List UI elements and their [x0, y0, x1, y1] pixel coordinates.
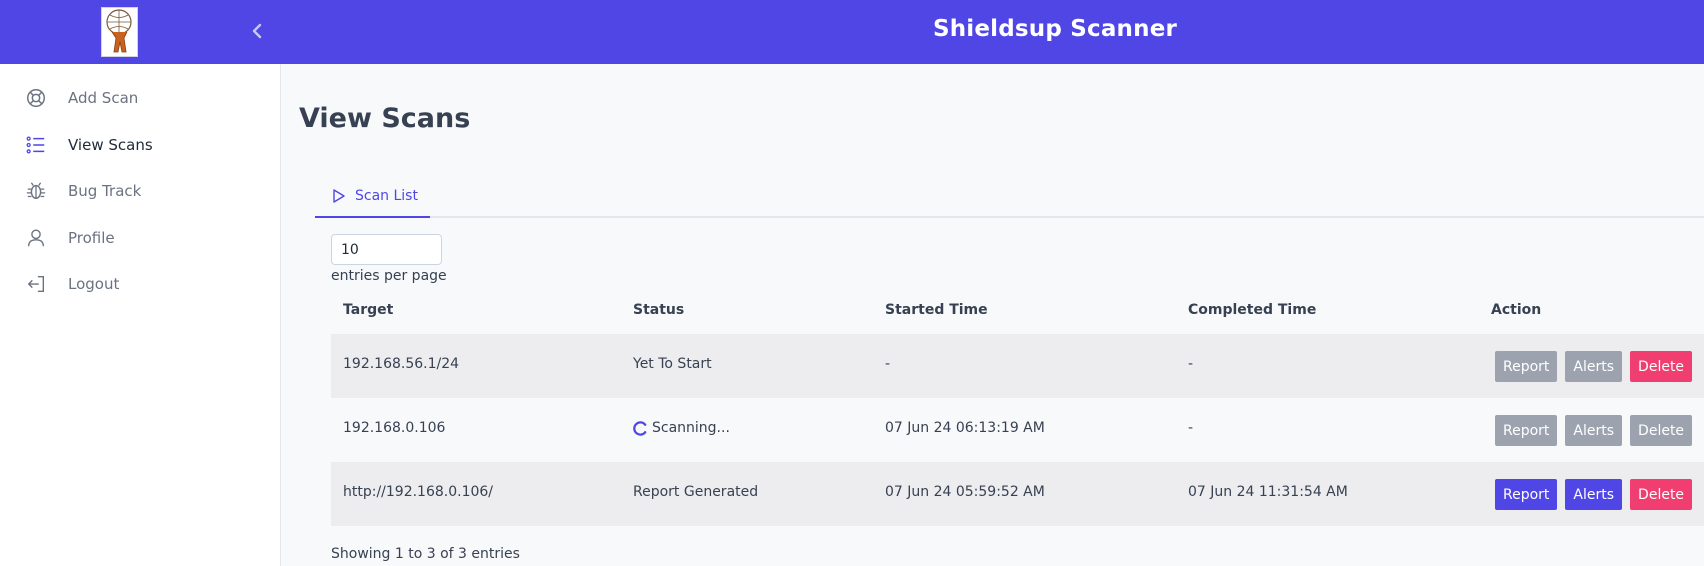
- alerts-button[interactable]: Alerts: [1565, 415, 1623, 446]
- logout-icon: [25, 273, 47, 295]
- table-row: http://192.168.0.106/ Report Generated 0…: [331, 462, 1704, 526]
- cell-completed-time: -: [1188, 420, 1194, 436]
- cell-status: Scanning...: [633, 420, 730, 436]
- column-header-target[interactable]: Target: [343, 302, 393, 318]
- sidebar-item-logout[interactable]: Logout: [0, 264, 280, 304]
- user-icon: [25, 227, 47, 249]
- cell-completed-time: -: [1188, 356, 1194, 372]
- sidebar-item-label: Logout: [68, 275, 120, 293]
- sidebar-item-view-scans[interactable]: View Scans: [0, 125, 280, 165]
- cell-target: http://192.168.0.106/: [343, 484, 494, 500]
- sidebar-item-label: Bug Track: [68, 182, 142, 200]
- row-actions: Report Alerts Delete: [1495, 415, 1693, 446]
- column-header-status[interactable]: Status: [633, 302, 684, 318]
- sidebar-item-profile[interactable]: Profile: [0, 218, 280, 258]
- sidebar-item-label: View Scans: [68, 136, 153, 154]
- entries-per-page-label: entries per page: [331, 268, 447, 284]
- report-button[interactable]: Report: [1495, 351, 1558, 382]
- cell-target: 192.168.0.106: [343, 420, 446, 436]
- column-header-completed-time[interactable]: Completed Time: [1188, 302, 1316, 318]
- loading-spinner-icon: [633, 420, 648, 436]
- alerts-button[interactable]: Alerts: [1565, 351, 1623, 382]
- column-header-action: Action: [1491, 302, 1542, 318]
- table-row: 192.168.0.106 Scanning... 07 Jun 24 06:1…: [331, 398, 1704, 462]
- play-icon: [332, 188, 346, 204]
- page-title: View Scans: [299, 103, 471, 134]
- cell-started-time: 07 Jun 24 05:59:52 AM: [885, 484, 1045, 500]
- bug-icon: [25, 180, 47, 202]
- sidebar-item-label: Profile: [68, 229, 115, 247]
- lifebuoy-icon: [25, 87, 47, 109]
- table-info-text: Showing 1 to 3 of 3 entries: [331, 546, 520, 562]
- sidebar-item-add-scan[interactable]: Add Scan: [0, 78, 280, 118]
- list-icon: [25, 134, 47, 156]
- row-actions: Report Alerts Delete: [1495, 479, 1693, 510]
- app-title: Shieldsup Scanner: [932, 16, 1178, 42]
- entries-per-page-input[interactable]: [331, 234, 442, 265]
- column-header-started-time[interactable]: Started Time: [885, 302, 988, 318]
- cell-status: Yet To Start: [633, 356, 712, 372]
- tab-scan-list[interactable]: Scan List: [315, 182, 430, 218]
- sidebar-collapse-button[interactable]: [245, 19, 269, 43]
- table-header: Target Status Started Time Completed Tim…: [331, 296, 1704, 334]
- app-logo[interactable]: [101, 7, 138, 57]
- report-button[interactable]: Report: [1495, 479, 1558, 510]
- cell-started-time: -: [885, 356, 891, 372]
- sidebar-item-label: Add Scan: [68, 89, 139, 107]
- alerts-button[interactable]: Alerts: [1565, 479, 1623, 510]
- delete-button[interactable]: Delete: [1630, 415, 1693, 446]
- sidebar: Add Scan View Scans Bug Track Profile Lo…: [0, 64, 281, 566]
- cell-status: Report Generated: [633, 484, 759, 500]
- report-button[interactable]: Report: [1495, 415, 1558, 446]
- row-actions: Report Alerts Delete: [1495, 351, 1693, 382]
- delete-button[interactable]: Delete: [1630, 351, 1693, 382]
- top-navbar: Shieldsup Scanner: [0, 0, 1704, 64]
- delete-button[interactable]: Delete: [1630, 479, 1693, 510]
- table-row: 192.168.56.1/24 Yet To Start - - Report …: [331, 334, 1704, 398]
- tab-bar-divider: [315, 216, 1704, 218]
- cell-started-time: 07 Jun 24 06:13:19 AM: [885, 420, 1045, 436]
- sidebar-item-bug-track[interactable]: Bug Track: [0, 171, 280, 211]
- cell-target: 192.168.56.1/24: [343, 356, 460, 372]
- chevron-left-icon: [252, 23, 262, 39]
- atlas-globe-logo-icon: [102, 8, 137, 56]
- status-text: Scanning...: [652, 420, 730, 436]
- tab-label: Scan List: [355, 188, 418, 204]
- cell-completed-time: 07 Jun 24 11:31:54 AM: [1188, 484, 1348, 500]
